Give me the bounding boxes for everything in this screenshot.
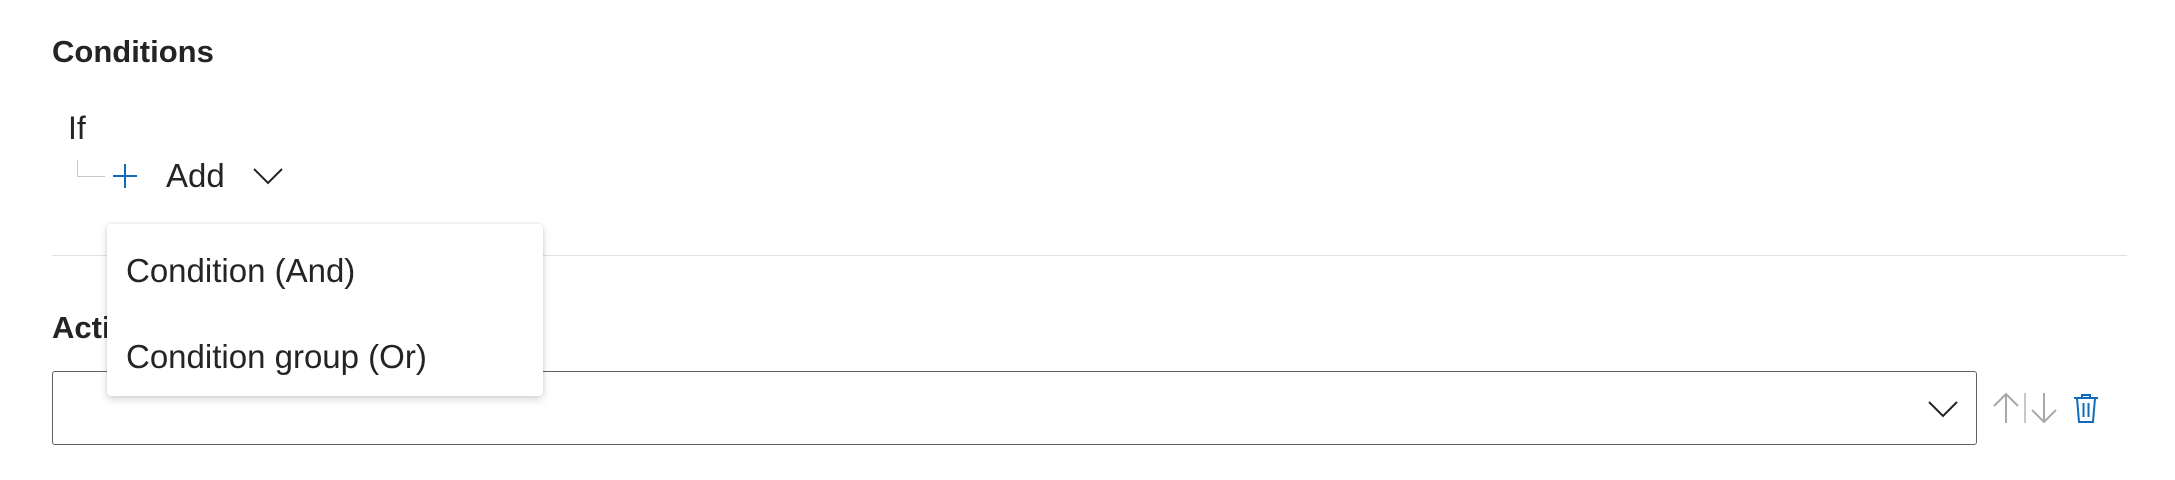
add-condition-menu: Condition (And) Condition group (Or) <box>107 224 543 396</box>
menu-item-condition-group-or[interactable]: Condition group (Or) <box>107 314 543 400</box>
tree-connector <box>77 160 105 177</box>
arrow-up-icon <box>1993 392 2019 423</box>
add-label: Add <box>166 157 225 194</box>
chevron-down-icon <box>1928 401 1958 418</box>
plus-icon <box>113 164 137 188</box>
if-label: If <box>68 110 86 146</box>
rule-editor: Conditions If Add Actions <box>0 0 2175 480</box>
row-tools <box>1990 388 2102 428</box>
add-condition-button[interactable]: Add <box>110 152 285 200</box>
tool-separator <box>2024 393 2026 423</box>
menu-item-condition-and[interactable]: Condition (And) <box>107 228 543 314</box>
move-up-button[interactable] <box>1990 390 2022 426</box>
trash-icon <box>2073 394 2098 423</box>
conditions-heading: Conditions <box>52 34 214 69</box>
delete-button[interactable] <box>2070 390 2102 426</box>
arrow-down-icon <box>2030 393 2057 424</box>
chevron-down-icon <box>253 168 283 185</box>
move-down-button[interactable] <box>2028 390 2060 426</box>
